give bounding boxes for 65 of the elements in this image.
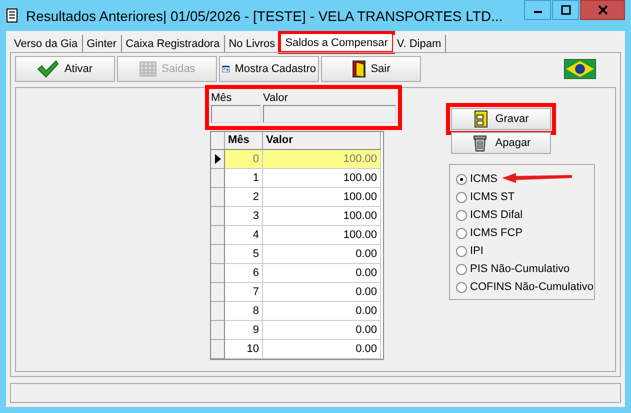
- table-cell: 5: [225, 245, 263, 264]
- radio-button[interactable]: [456, 246, 467, 256]
- minimize-button[interactable]: [524, 0, 551, 20]
- table-cell: 100.00: [263, 169, 381, 188]
- table-cell: 100.00: [263, 188, 381, 207]
- grid-corner: [211, 132, 225, 150]
- table-cell: 100.00: [263, 207, 381, 226]
- window-title: Resultados Anteriores| 01/05/2026 - [TESTE] - VELA TRANSPORTES LTD...: [26, 8, 504, 24]
- action-button[interactable]: Apagar: [451, 132, 551, 154]
- cabinet-icon: [473, 110, 490, 128]
- table-cell: 9: [225, 321, 263, 340]
- table-cell: 6: [225, 264, 263, 283]
- radio-label[interactable]: ICMS: [456, 171, 498, 187]
- radio-label[interactable]: IPI: [456, 243, 484, 259]
- input-field[interactable]: [263, 105, 396, 123]
- table-cell: 0.00: [263, 245, 381, 264]
- toolbar-button[interactable]: Sair: [321, 56, 421, 82]
- radio-button[interactable]: [456, 264, 467, 274]
- close-icon: [598, 5, 608, 15]
- table-cell: 100.00: [263, 150, 381, 169]
- radio-label[interactable]: ICMS Difal: [456, 207, 523, 223]
- table-cell: 0: [225, 150, 263, 169]
- document-icon: [6, 8, 18, 23]
- table-cell: 0.00: [263, 302, 381, 321]
- column-header[interactable]: Valor: [263, 132, 381, 150]
- row-indicator[interactable]: [211, 150, 225, 169]
- field-label: Mês: [211, 92, 233, 105]
- checkmark-icon: [37, 60, 60, 78]
- tab[interactable]: V. Dipam: [392, 35, 446, 52]
- radio-button[interactable]: [456, 228, 467, 238]
- grid-icon: [138, 61, 157, 77]
- radio-button[interactable]: [456, 282, 467, 292]
- table-cell: 10: [225, 340, 263, 359]
- radio-label[interactable]: ICMS ST: [456, 189, 515, 205]
- toolbar-button[interactable]: Ativar: [15, 56, 115, 82]
- column-header[interactable]: Mês: [225, 132, 263, 150]
- table-cell: 3: [225, 207, 263, 226]
- table-cell: 1: [225, 169, 263, 188]
- table-cell: 0.00: [263, 321, 381, 340]
- radio-button[interactable]: [456, 192, 467, 202]
- radio-button[interactable]: [456, 210, 467, 220]
- maximize-button[interactable]: [552, 0, 579, 20]
- table-cell: 2: [225, 188, 263, 207]
- field-label: Valor: [263, 92, 289, 105]
- tab[interactable]: Saldos a Compensar: [280, 33, 393, 52]
- radio-label[interactable]: ICMS FCP: [456, 225, 523, 241]
- table-cell: 0.00: [263, 283, 381, 302]
- radio-label[interactable]: COFINS Não-Cumulativo: [456, 279, 594, 295]
- maximize-icon: [560, 5, 570, 15]
- annotation-arrow: [502, 173, 572, 183]
- table-cell: 100.00: [263, 226, 381, 245]
- row-pointer-icon: [214, 154, 220, 164]
- toolbar-button[interactable]: Mostra Cadastro: [219, 56, 319, 82]
- table-cell: 0.00: [263, 340, 381, 359]
- trash-icon: [471, 134, 490, 152]
- input-field[interactable]: [211, 105, 261, 123]
- close-button[interactable]: [580, 0, 625, 20]
- radio-label[interactable]: PIS Não-Cumulativo: [456, 261, 570, 277]
- radio-button[interactable]: [456, 174, 467, 184]
- table-cell: 7: [225, 283, 263, 302]
- flag-icon[interactable]: [564, 59, 596, 79]
- table-cell: 4: [225, 226, 263, 245]
- table-cell: 0.00: [263, 264, 381, 283]
- door-icon: [352, 60, 366, 78]
- table-cell: 8: [225, 302, 263, 321]
